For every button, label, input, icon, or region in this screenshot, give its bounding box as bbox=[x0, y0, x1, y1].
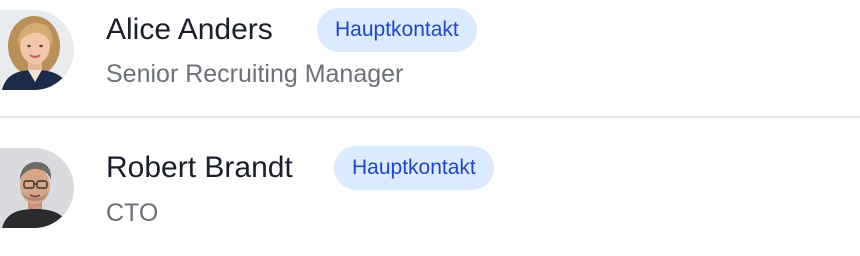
avatar-photo-woman bbox=[0, 10, 74, 90]
status-badge: Hauptkontakt bbox=[317, 8, 477, 52]
avatar[interactable] bbox=[0, 10, 74, 90]
contact-list: Alice Anders Hauptkontakt Senior Recruit… bbox=[0, 0, 860, 256]
status-badge: Hauptkontakt bbox=[334, 146, 494, 190]
contact-name[interactable]: Alice Anders bbox=[106, 12, 273, 48]
contact-role: Senior Recruiting Manager bbox=[106, 60, 404, 88]
avatar-photo-man bbox=[0, 148, 74, 228]
contact-name[interactable]: Robert Brandt bbox=[106, 150, 293, 186]
avatar[interactable] bbox=[0, 148, 74, 228]
contact-row[interactable]: Robert Brandt Hauptkontakt CTO bbox=[0, 120, 860, 238]
contact-row[interactable]: Alice Anders Hauptkontakt Senior Recruit… bbox=[0, 0, 860, 118]
contact-role: CTO bbox=[106, 199, 159, 227]
